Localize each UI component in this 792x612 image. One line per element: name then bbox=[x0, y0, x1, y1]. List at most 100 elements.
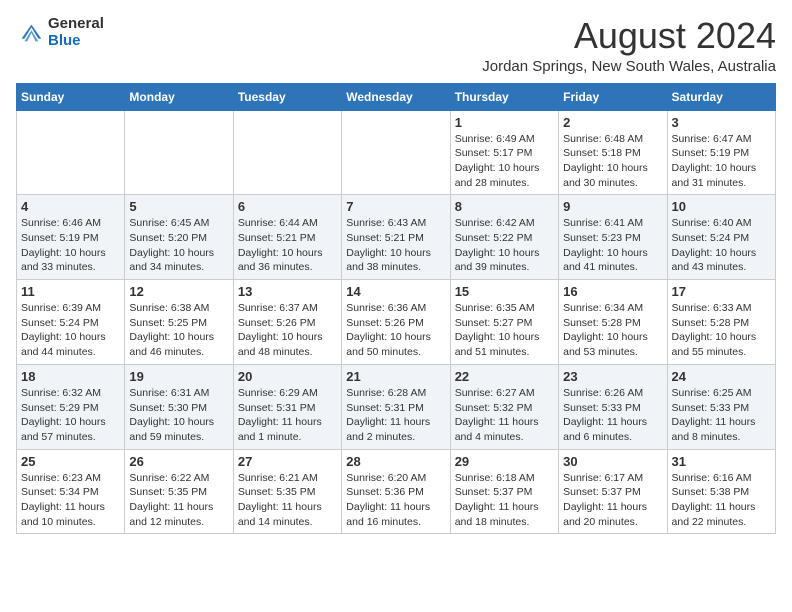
calendar-cell: 29Sunrise: 6:18 AM Sunset: 5:37 PM Dayli… bbox=[450, 449, 558, 534]
day-info: Sunrise: 6:29 AM Sunset: 5:31 PM Dayligh… bbox=[238, 386, 337, 445]
day-info: Sunrise: 6:32 AM Sunset: 5:29 PM Dayligh… bbox=[21, 386, 120, 445]
header-day: Thursday bbox=[450, 83, 558, 110]
day-info: Sunrise: 6:21 AM Sunset: 5:35 PM Dayligh… bbox=[238, 471, 337, 530]
calendar-cell bbox=[17, 110, 125, 195]
day-number: 10 bbox=[672, 199, 771, 214]
main-title: August 2024 bbox=[482, 16, 776, 56]
calendar-cell: 3 Sunrise: 6:47 AM Sunset: 5:19 PM Daylig… bbox=[667, 110, 775, 195]
calendar-cell: 14 Sunrise: 6:36 AM Sunset: 5:26 PM Dayli… bbox=[342, 280, 450, 365]
day-number: 9 bbox=[563, 199, 662, 214]
logo: General Blue bbox=[16, 16, 104, 49]
calendar-week: 1 Sunrise: 6:49 AM Sunset: 5:17 PM Daylig… bbox=[17, 110, 776, 195]
calendar-cell: 30Sunrise: 6:17 AM Sunset: 5:37 PM Dayli… bbox=[559, 449, 667, 534]
day-info: Sunrise: 6:23 AM Sunset: 5:34 PM Dayligh… bbox=[21, 471, 120, 530]
day-info: Sunrise: 6:39 AM Sunset: 5:24 PM Dayligh… bbox=[21, 301, 120, 360]
calendar-cell: 7 Sunrise: 6:43 AM Sunset: 5:21 PM Daylig… bbox=[342, 195, 450, 280]
day-info: Sunrise: 6:28 AM Sunset: 5:31 PM Dayligh… bbox=[346, 386, 445, 445]
header-row: SundayMondayTuesdayWednesdayThursdayFrid… bbox=[17, 83, 776, 110]
calendar-cell: 22Sunrise: 6:27 AM Sunset: 5:32 PM Dayli… bbox=[450, 364, 558, 449]
calendar-cell: 23Sunrise: 6:26 AM Sunset: 5:33 PM Dayli… bbox=[559, 364, 667, 449]
calendar-cell: 27 Sunrise: 6:21 AM Sunset: 5:35 PM Dayli… bbox=[233, 449, 341, 534]
calendar-cell: 28 Sunrise: 6:20 AM Sunset: 5:36 PM Dayli… bbox=[342, 449, 450, 534]
page-header: General Blue August 2024 Jordan Springs,… bbox=[16, 16, 776, 75]
calendar-header: SundayMondayTuesdayWednesdayThursdayFrid… bbox=[17, 83, 776, 110]
day-info: Sunrise: 6:16 AM Sunset: 5:38 PM Dayligh… bbox=[672, 471, 771, 530]
calendar-cell: 20 Sunrise: 6:29 AM Sunset: 5:31 PM Dayli… bbox=[233, 364, 341, 449]
calendar-week: 11Sunrise: 6:39 AM Sunset: 5:24 PM Dayli… bbox=[17, 280, 776, 365]
subtitle: Jordan Springs, New South Wales, Austral… bbox=[482, 58, 776, 75]
header-day: Sunday bbox=[17, 83, 125, 110]
day-number: 13 bbox=[238, 284, 337, 299]
calendar-cell: 6Sunrise: 6:44 AM Sunset: 5:21 PM Daylig… bbox=[233, 195, 341, 280]
day-number: 16 bbox=[563, 284, 662, 299]
day-number: 20 bbox=[238, 369, 337, 384]
logo-text: General Blue bbox=[48, 16, 104, 49]
logo-icon bbox=[16, 19, 44, 47]
day-number: 27 bbox=[238, 454, 337, 469]
calendar-week: 4Sunrise: 6:46 AM Sunset: 5:19 PM Daylig… bbox=[17, 195, 776, 280]
calendar-cell: 8 Sunrise: 6:42 AM Sunset: 5:22 PM Daylig… bbox=[450, 195, 558, 280]
day-number: 23 bbox=[563, 369, 662, 384]
header-day: Tuesday bbox=[233, 83, 341, 110]
calendar-cell: 4Sunrise: 6:46 AM Sunset: 5:19 PM Daylig… bbox=[17, 195, 125, 280]
calendar-cell: 10 Sunrise: 6:40 AM Sunset: 5:24 PM Dayli… bbox=[667, 195, 775, 280]
day-number: 5 bbox=[129, 199, 228, 214]
calendar-cell: 25Sunrise: 6:23 AM Sunset: 5:34 PM Dayli… bbox=[17, 449, 125, 534]
calendar-cell: 17Sunrise: 6:33 AM Sunset: 5:28 PM Dayli… bbox=[667, 280, 775, 365]
day-number: 2 bbox=[563, 115, 662, 130]
calendar-cell: 31 Sunrise: 6:16 AM Sunset: 5:38 PM Dayli… bbox=[667, 449, 775, 534]
calendar-cell bbox=[125, 110, 233, 195]
day-info: Sunrise: 6:48 AM Sunset: 5:18 PM Dayligh… bbox=[563, 132, 662, 191]
day-number: 12 bbox=[129, 284, 228, 299]
logo-blue: Blue bbox=[48, 33, 104, 50]
day-info: Sunrise: 6:25 AM Sunset: 5:33 PM Dayligh… bbox=[672, 386, 771, 445]
day-number: 15 bbox=[455, 284, 554, 299]
calendar-cell: 11Sunrise: 6:39 AM Sunset: 5:24 PM Dayli… bbox=[17, 280, 125, 365]
day-info: Sunrise: 6:43 AM Sunset: 5:21 PM Dayligh… bbox=[346, 216, 445, 275]
calendar-cell: 5 Sunrise: 6:45 AM Sunset: 5:20 PM Daylig… bbox=[125, 195, 233, 280]
day-number: 30 bbox=[563, 454, 662, 469]
calendar-cell: 16 Sunrise: 6:34 AM Sunset: 5:28 PM Dayli… bbox=[559, 280, 667, 365]
day-info: Sunrise: 6:20 AM Sunset: 5:36 PM Dayligh… bbox=[346, 471, 445, 530]
day-number: 21 bbox=[346, 369, 445, 384]
day-number: 26 bbox=[129, 454, 228, 469]
day-number: 22 bbox=[455, 369, 554, 384]
day-number: 24 bbox=[672, 369, 771, 384]
day-info: Sunrise: 6:34 AM Sunset: 5:28 PM Dayligh… bbox=[563, 301, 662, 360]
day-number: 3 bbox=[672, 115, 771, 130]
day-number: 29 bbox=[455, 454, 554, 469]
day-number: 19 bbox=[129, 369, 228, 384]
day-info: Sunrise: 6:35 AM Sunset: 5:27 PM Dayligh… bbox=[455, 301, 554, 360]
day-number: 28 bbox=[346, 454, 445, 469]
day-info: Sunrise: 6:31 AM Sunset: 5:30 PM Dayligh… bbox=[129, 386, 228, 445]
calendar-week: 25Sunrise: 6:23 AM Sunset: 5:34 PM Dayli… bbox=[17, 449, 776, 534]
header-day: Wednesday bbox=[342, 83, 450, 110]
calendar-table: SundayMondayTuesdayWednesdayThursdayFrid… bbox=[16, 83, 776, 535]
calendar-cell: 9 Sunrise: 6:41 AM Sunset: 5:23 PM Daylig… bbox=[559, 195, 667, 280]
header-day: Friday bbox=[559, 83, 667, 110]
day-number: 1 bbox=[455, 115, 554, 130]
calendar-body: 1 Sunrise: 6:49 AM Sunset: 5:17 PM Daylig… bbox=[17, 110, 776, 534]
day-number: 8 bbox=[455, 199, 554, 214]
day-info: Sunrise: 6:41 AM Sunset: 5:23 PM Dayligh… bbox=[563, 216, 662, 275]
calendar-cell: 24 Sunrise: 6:25 AM Sunset: 5:33 PM Dayli… bbox=[667, 364, 775, 449]
day-info: Sunrise: 6:44 AM Sunset: 5:21 PM Dayligh… bbox=[238, 216, 337, 275]
day-number: 17 bbox=[672, 284, 771, 299]
calendar-cell bbox=[233, 110, 341, 195]
calendar-cell: 2 Sunrise: 6:48 AM Sunset: 5:18 PM Daylig… bbox=[559, 110, 667, 195]
calendar-cell: 15 Sunrise: 6:35 AM Sunset: 5:27 PM Dayli… bbox=[450, 280, 558, 365]
calendar-cell: 26Sunrise: 6:22 AM Sunset: 5:35 PM Dayli… bbox=[125, 449, 233, 534]
calendar-cell: 1 Sunrise: 6:49 AM Sunset: 5:17 PM Daylig… bbox=[450, 110, 558, 195]
day-info: Sunrise: 6:36 AM Sunset: 5:26 PM Dayligh… bbox=[346, 301, 445, 360]
day-info: Sunrise: 6:45 AM Sunset: 5:20 PM Dayligh… bbox=[129, 216, 228, 275]
day-info: Sunrise: 6:47 AM Sunset: 5:19 PM Dayligh… bbox=[672, 132, 771, 191]
calendar-cell: 12 Sunrise: 6:38 AM Sunset: 5:25 PM Dayli… bbox=[125, 280, 233, 365]
day-info: Sunrise: 6:40 AM Sunset: 5:24 PM Dayligh… bbox=[672, 216, 771, 275]
day-info: Sunrise: 6:49 AM Sunset: 5:17 PM Dayligh… bbox=[455, 132, 554, 191]
logo-general: General bbox=[48, 16, 104, 33]
day-info: Sunrise: 6:42 AM Sunset: 5:22 PM Dayligh… bbox=[455, 216, 554, 275]
day-info: Sunrise: 6:38 AM Sunset: 5:25 PM Dayligh… bbox=[129, 301, 228, 360]
day-number: 14 bbox=[346, 284, 445, 299]
day-number: 31 bbox=[672, 454, 771, 469]
day-number: 7 bbox=[346, 199, 445, 214]
